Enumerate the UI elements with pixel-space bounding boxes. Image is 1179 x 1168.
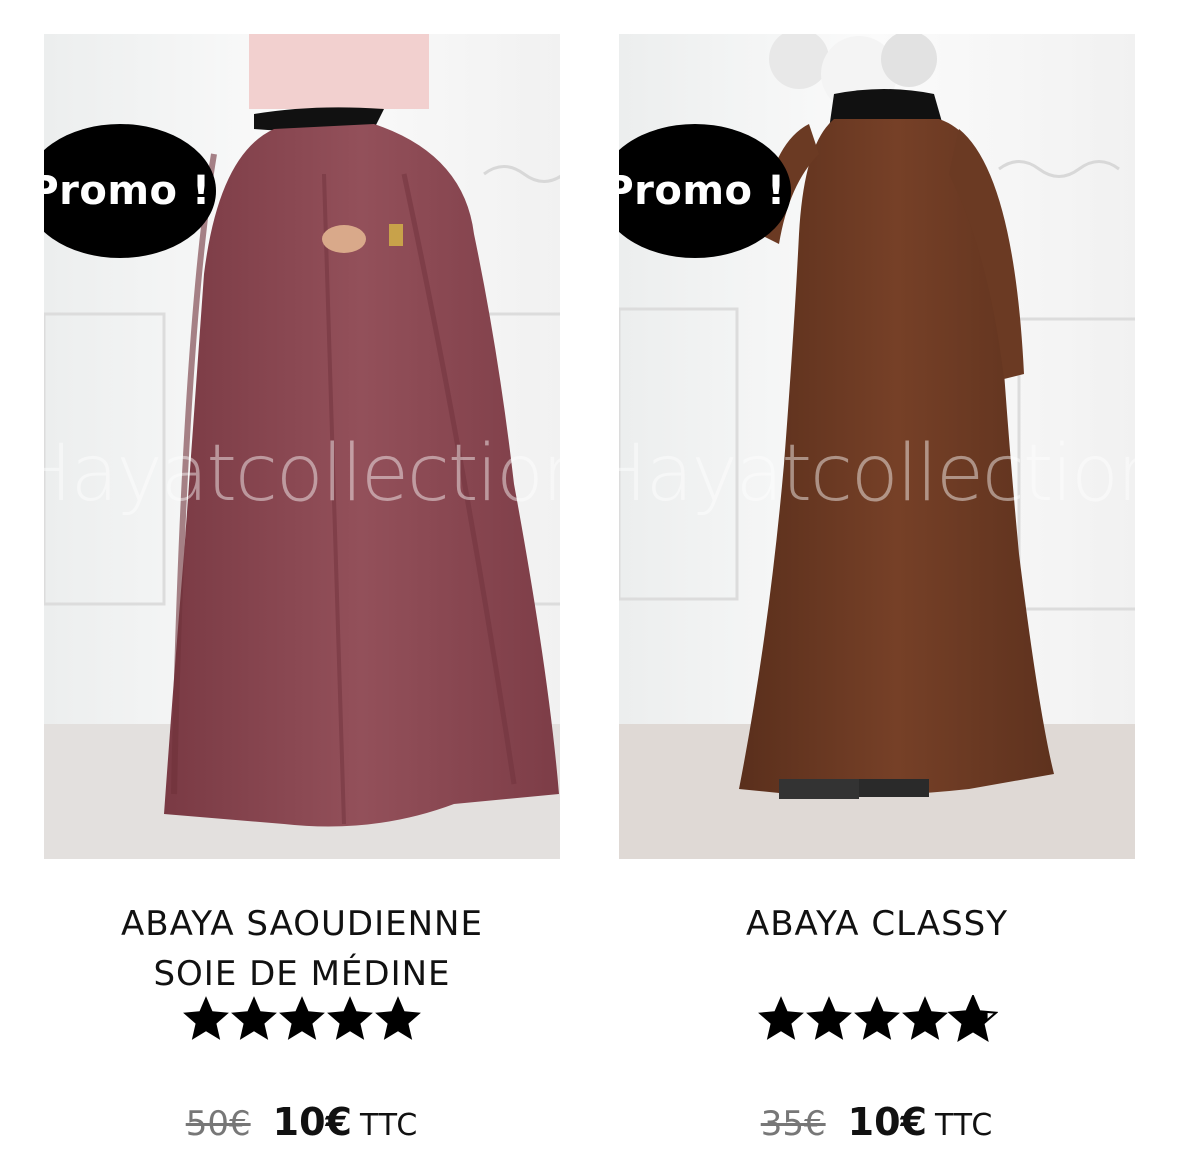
- price-row: 50€ 10€ TTC: [44, 1100, 560, 1144]
- star-half-icon: [948, 995, 998, 1042]
- star-icon: [327, 996, 373, 1040]
- tax-label: TTC: [359, 1108, 419, 1143]
- star-icon: [231, 996, 277, 1040]
- price-row: 35€ 10€ TTC: [619, 1100, 1135, 1144]
- star-icon: [854, 996, 900, 1040]
- star-icon: [375, 996, 421, 1040]
- star-icon: [902, 996, 948, 1040]
- star-icon: [806, 996, 852, 1040]
- watermark-text: Hayatcollection.fr: [619, 429, 1135, 519]
- product-image[interactable]: Promo ! Hayatcollection.fr: [44, 34, 560, 859]
- watermark-text: Hayatcollection.fr: [44, 429, 560, 519]
- old-price: 50€: [185, 1104, 251, 1144]
- rating-stars: [619, 995, 1135, 1043]
- star-icon: [279, 996, 325, 1040]
- tax-label: TTC: [934, 1108, 994, 1143]
- product-image[interactable]: Promo ! Hayatcollection.fr: [619, 34, 1135, 859]
- rating-stars: [44, 995, 560, 1043]
- sale-price: 10€: [847, 1100, 927, 1144]
- old-price: 35€: [760, 1104, 826, 1144]
- star-icon: [183, 996, 229, 1040]
- product-card[interactable]: Promo ! Hayatcollection.fr ABAYA CLASSY: [619, 34, 1135, 999]
- product-card[interactable]: Promo ! Hayatcollection.fr ABAYA SAOUDIE…: [44, 34, 560, 999]
- product-title[interactable]: ABAYA SAOUDIENNE SOIE DE MÉDINE: [44, 899, 560, 999]
- star-icon: [758, 996, 804, 1040]
- sale-price: 10€: [272, 1100, 352, 1144]
- product-title[interactable]: ABAYA CLASSY: [619, 899, 1135, 999]
